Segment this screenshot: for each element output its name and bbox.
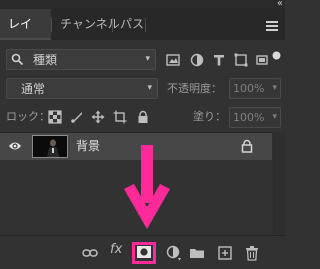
layer-name[interactable]: 背景: [76, 133, 100, 160]
chevron-down-icon: ▾: [147, 83, 152, 93]
lock-label: ロック：: [6, 110, 50, 123]
eye-icon[interactable]: [8, 140, 22, 152]
new-layer-icon[interactable]: [217, 245, 233, 261]
chevron-down-icon: ▾: [145, 54, 150, 64]
pixel-filter-icon[interactable]: [166, 53, 180, 67]
filter-kind-select[interactable]: 種類 ▾: [6, 49, 156, 70]
type-filter-icon[interactable]: [212, 53, 226, 67]
search-icon: [11, 53, 24, 66]
layers-bottom-toolbar: fx: [0, 235, 285, 269]
group-folder-icon[interactable]: [189, 245, 205, 261]
lock-position-icon[interactable]: [91, 110, 105, 124]
collapse-panel-icon[interactable]: «: [277, 0, 283, 9]
blend-mode-select[interactable]: 通常 ▾: [6, 78, 158, 99]
layer-thumbnail[interactable]: [32, 135, 68, 158]
fill-value: 100%: [233, 111, 265, 124]
opacity-label: 不透明度：: [167, 82, 222, 95]
blend-mode-value: 通常: [21, 82, 46, 96]
fill-input[interactable]: 100% ▾: [229, 107, 281, 128]
link-icon[interactable]: [82, 245, 98, 261]
tab-layers[interactable]: レイヤー: [0, 9, 51, 62]
lock-icon: [241, 139, 253, 153]
opacity-value: 100%: [233, 82, 265, 95]
opacity-input[interactable]: 100% ▾: [229, 78, 281, 99]
annotation-arrow-icon: [124, 145, 170, 229]
lock-all-icon[interactable]: [136, 110, 150, 124]
chevron-down-icon: ▾: [272, 83, 277, 93]
layers-panel: 種類 ▾ 通常 ▾ 不透明度： 100% ▾ ロック： 塗り： 100% ▾ 背…: [0, 40, 285, 269]
shape-filter-icon[interactable]: [234, 53, 248, 67]
layer-thumbnail-image: [33, 136, 67, 157]
fill-label: 塗り：: [193, 110, 226, 123]
lock-artboard-icon[interactable]: [113, 110, 127, 124]
tab-paths[interactable]: パス: [112, 9, 152, 40]
lock-transparent-pixels-icon[interactable]: [48, 110, 62, 124]
panel-tab-bar: レイヤー チャンネル パス: [0, 9, 285, 62]
filter-toggle-icon[interactable]: [272, 51, 281, 60]
panel-menu-icon[interactable]: [266, 21, 278, 31]
fx-icon[interactable]: fx: [110, 242, 122, 257]
filter-kind-label: 種類: [33, 53, 58, 67]
smart-object-filter-icon[interactable]: [255, 53, 269, 67]
panel-top-strip: «: [0, 0, 285, 9]
layers-scrollbar[interactable]: [273, 132, 285, 234]
tab-divider: [145, 18, 146, 32]
adjustment-layer-icon[interactable]: [166, 245, 182, 261]
lock-image-pixels-icon[interactable]: [70, 110, 84, 124]
trash-icon[interactable]: [244, 245, 260, 261]
chevron-down-icon: ▾: [272, 112, 277, 122]
highlight-box: [132, 242, 156, 264]
adjustment-filter-icon[interactable]: [190, 53, 204, 67]
